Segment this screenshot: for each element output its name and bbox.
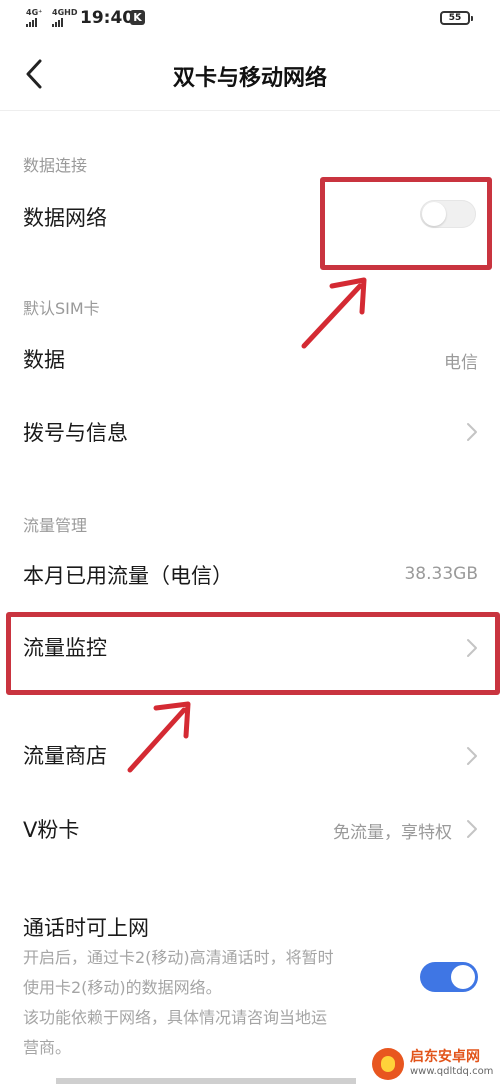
status-bar: 4G⁺ 4GHD 19:40 K 55 — [0, 0, 500, 38]
chevron-right-icon — [467, 423, 477, 441]
signal-bars-icon — [52, 18, 77, 27]
site-watermark: 启东安卓网 www.qdltdq.com — [372, 1046, 500, 1084]
annotation-arrow-icon — [301, 277, 367, 349]
row-traffic-store[interactable]: 流量商店 — [0, 728, 500, 782]
section-header-default-sim: 默认SIM卡 — [23, 299, 100, 318]
chevron-right-icon — [467, 747, 477, 765]
data-sim-value: 电信 — [444, 353, 478, 373]
traffic-store-label: 流量商店 — [23, 744, 107, 768]
bottom-tab-strip — [56, 1078, 356, 1084]
watermark-url: www.qdltdq.com — [410, 1066, 494, 1077]
highlight-box-traffic-monitor — [6, 612, 500, 695]
row-vfan-card[interactable]: V粉卡 免流量，享特权 — [0, 802, 500, 854]
mobile-data-label: 数据网络 — [23, 206, 107, 230]
back-arrow-icon[interactable] — [20, 57, 50, 91]
vfan-card-value: 免流量，享特权 — [333, 823, 452, 843]
status-time: 19:40 — [80, 8, 135, 28]
row-default-data-sim[interactable]: 数据 电信 — [0, 332, 500, 382]
used-traffic-value: 38.33GB — [404, 564, 478, 584]
volte-data-toggle[interactable] — [420, 962, 478, 992]
volte-data-description: 开启后，通过卡2(移动)高清通话时，将暂时 使用卡2(移动)的数据网络。 该功能… — [23, 943, 403, 1063]
battery-icon: 55 — [440, 11, 473, 25]
row-calls-messages[interactable]: 拨号与信息 — [0, 405, 500, 457]
row-used-traffic[interactable]: 本月已用流量（电信） 38.33GB — [0, 548, 500, 600]
toggle-knob — [451, 965, 475, 989]
annotation-arrow-icon — [127, 701, 191, 773]
volte-data-label: 通话时可上网 — [23, 916, 149, 940]
watermark-logo-icon — [372, 1048, 404, 1080]
k-badge-icon: K — [130, 10, 145, 25]
used-traffic-label: 本月已用流量（电信） — [23, 564, 233, 588]
sim2-network-label: 4GHD — [52, 8, 78, 17]
section-header-traffic: 流量管理 — [23, 516, 88, 535]
volte-desc-line: 营商。 — [23, 1038, 72, 1057]
sim2-signal: 4GHD — [52, 9, 77, 27]
section-header-data-connection: 数据连接 — [23, 156, 88, 175]
volte-desc-line: 开启后，通过卡2(移动)高清通话时，将暂时 — [23, 948, 334, 967]
data-sim-label: 数据 — [23, 348, 65, 372]
row-volte-data[interactable]: 通话时可上网 开启后，通过卡2(移动)高清通话时，将暂时 使用卡2(移动)的数据… — [0, 900, 500, 1057]
nav-bar: 双卡与移动网络 — [0, 38, 500, 110]
volte-desc-line: 使用卡2(移动)的数据网络。 — [23, 978, 222, 997]
sim1-signal: 4G⁺ — [26, 9, 42, 27]
signal-bars-icon — [26, 18, 42, 27]
highlight-box-mobile-data — [320, 177, 492, 270]
page-title: 双卡与移动网络 — [172, 66, 327, 91]
header-divider — [0, 110, 500, 111]
watermark-name: 启东安卓网 — [410, 1049, 480, 1065]
sim1-network-label: 4G⁺ — [26, 8, 43, 17]
chevron-right-icon — [467, 820, 477, 838]
vfan-card-label: V粉卡 — [23, 818, 80, 842]
calls-messages-label: 拨号与信息 — [23, 421, 128, 445]
volte-desc-line: 该功能依赖于网络，具体情况请咨询当地运 — [23, 1008, 328, 1027]
